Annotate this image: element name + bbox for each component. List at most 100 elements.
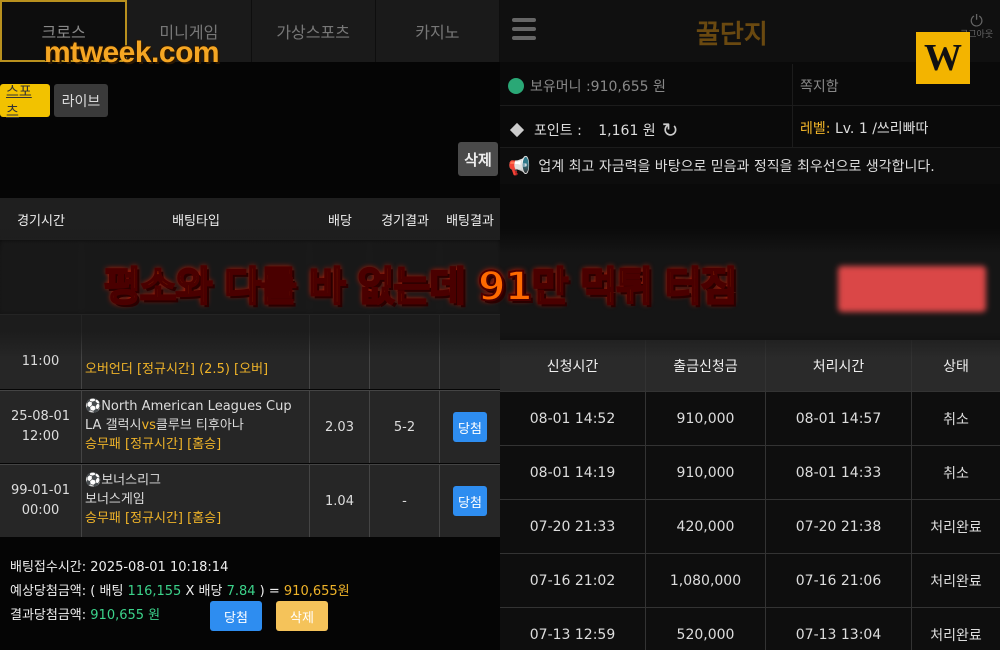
status: 취소	[943, 465, 969, 482]
league-name: 보너스리그	[101, 473, 161, 488]
row-time: 99-01-01 00:00	[0, 465, 82, 537]
result-amount: 910,655 원	[90, 608, 161, 623]
tab-virtual-sports[interactable]: 가상스포츠	[252, 0, 376, 62]
request-time: 07-20 21:33	[500, 500, 646, 553]
expected-label: 예상당첨금액:	[10, 584, 87, 599]
notice-bar: 📢 업계 최고 자금력을 바탕으로 믿음과 정직을 최우선으로 생각합니다.	[500, 148, 1000, 184]
withdraw-amount: 420,000	[646, 500, 766, 553]
market-text: 오버언더 [정규시간] (2.5) [오버]	[85, 362, 269, 377]
withdraw-amount: 520,000	[646, 608, 766, 650]
withdraw-amount: 1,080,000	[646, 554, 766, 607]
request-time: 08-01 14:52	[500, 392, 646, 445]
row-time: 25-08-01 12:00	[0, 391, 82, 463]
message-box-link[interactable]: 쪽지함	[800, 76, 839, 96]
expected-amount: 910,655원	[283, 584, 350, 599]
league-line: ⚽보너스리그	[85, 471, 161, 490]
blurred-red-button	[838, 266, 986, 312]
status: 취소	[943, 411, 969, 428]
request-time: 07-13 12:59	[500, 608, 646, 650]
table-row: 07-16 21:02 1,080,000 07-16 21:06 처리완료	[500, 554, 1000, 608]
row-odds: 2.03	[310, 391, 370, 463]
row-clock: 12:00	[21, 429, 60, 444]
status: 처리완료	[930, 627, 982, 644]
row-clock: 00:00	[21, 503, 60, 518]
total-odds: 7.84	[226, 584, 256, 599]
home-team: LA 갤럭시	[85, 418, 142, 433]
table-row: 08-01 14:19 910,000 08-01 14:33 취소	[500, 446, 1000, 500]
points-row: 포인트 : 1,161 원 ↻ 레벨: Lv. 1 /쓰리빠따	[500, 106, 1000, 148]
win-button[interactable]: 당첨	[210, 601, 262, 631]
points-value: 1,161 원	[598, 123, 656, 139]
table-row: 08-01 14:52 910,000 08-01 14:57 취소	[500, 392, 1000, 446]
col-game-time: 경기시간	[17, 213, 65, 229]
menu-icon[interactable]	[512, 18, 536, 40]
away-team: 클루브 티후아나	[155, 418, 244, 433]
process-time: 07-16 21:06	[766, 554, 912, 607]
points-label: 포인트 :	[534, 123, 582, 139]
process-time: 08-01 14:33	[766, 446, 912, 499]
refresh-icon[interactable]: ↻	[662, 118, 679, 142]
teams-line: 보너스게임	[85, 492, 145, 507]
subtab-live[interactable]: 라이브	[54, 84, 108, 117]
win-badge[interactable]: 당첨	[453, 412, 487, 442]
headline-text: 평소와 다를 바 없는데 91만 먹튀 터짐	[103, 263, 738, 311]
stake-amount: 116,155	[127, 584, 182, 599]
holding-money-row: 보유머니 :910,655 원 쪽지함	[500, 64, 1000, 106]
expected-open: ( 배팅	[90, 584, 124, 599]
market-text: 승무패 [정규시간] [홈승]	[85, 511, 222, 526]
table-row: 07-13 12:59 520,000 07-13 13:04 처리완료	[500, 608, 1000, 650]
col-game-result: 경기결과	[381, 213, 429, 229]
col-bet-result: 배팅결과	[446, 213, 494, 229]
receipt-line: 배팅접수시간: 2025-08-01 10:18:14	[10, 556, 350, 580]
status: 처리완료	[930, 519, 982, 536]
tab-casino[interactable]: 카지노	[376, 0, 500, 62]
row-bet-result: 당첨	[440, 465, 500, 537]
receipt-label: 배팅접수시간:	[10, 560, 87, 575]
notice-text: 업계 최고 자금력을 바탕으로 믿음과 정직을 최우선으로 생각합니다.	[538, 159, 935, 175]
times-label: X 배당	[185, 584, 223, 599]
level: 레벨: Lv. 1 /쓰리빠따	[800, 118, 928, 138]
withdraw-amount: 910,000	[646, 392, 766, 445]
win-badge[interactable]: 당첨	[453, 486, 487, 516]
level-value: Lv. 1 /쓰리빠따	[834, 121, 929, 137]
vs-label: vs	[141, 418, 156, 433]
subtab-sports[interactable]: 스포츠	[0, 84, 50, 120]
col-bet-type: 배팅타입	[172, 213, 220, 229]
delete-bet-button[interactable]: 삭제	[276, 601, 328, 631]
market-text: 승무패 [정규시간] [홈승]	[85, 437, 222, 452]
withdraw-history-table: 신청시간 출금신청금 처리시간 상태 08-01 14:52 910,000 0…	[500, 340, 1000, 650]
status: 처리완료	[930, 573, 982, 590]
process-time: 07-20 21:38	[766, 500, 912, 553]
soccer-ball-icon	[508, 78, 524, 94]
holding-money-text: 보유머니 :910,655 원	[530, 79, 666, 95]
soccer-ball-icon: ⚽	[85, 473, 102, 488]
level-label: 레벨:	[800, 121, 831, 137]
col-odds: 배당	[328, 213, 352, 229]
process-time: 07-13 13:04	[766, 608, 912, 650]
request-time: 08-01 14:19	[500, 446, 646, 499]
megaphone-icon: 📢	[508, 155, 531, 177]
row-result: 5-2	[370, 391, 440, 463]
sub-tabs: 스포츠 라이브	[0, 84, 108, 120]
row-date: 25-08-01	[10, 409, 70, 424]
withdraw-amount: 910,000	[646, 446, 766, 499]
diamond-icon	[509, 122, 525, 138]
table-row: 07-20 21:33 420,000 07-20 21:38 처리완료	[500, 500, 1000, 554]
result-label: 결과당첨금액:	[10, 608, 87, 623]
process-time: 08-01 14:57	[766, 392, 912, 445]
site-logo: 꿀단지	[696, 20, 768, 50]
row-bet-type: ⚽North American Leagues Cup LA 갤럭시vs클루브 …	[82, 391, 310, 463]
soccer-ball-icon: ⚽	[85, 399, 102, 414]
league-line: ⚽North American Leagues Cup	[85, 397, 292, 416]
row-odds: 1.04	[310, 465, 370, 537]
table-row: 99-01-01 00:00 ⚽보너스리그 보너스게임 승무패 [정규시간] […	[0, 464, 500, 537]
league-name: North American Leagues Cup	[101, 399, 292, 414]
row-date: 99-01-01	[10, 483, 70, 498]
teams-line: LA 갤럭시vs클루브 티후아나	[85, 416, 244, 435]
delete-button[interactable]: 삭제	[458, 142, 498, 176]
receipt-time: 2025-08-01 10:18:14	[90, 560, 229, 575]
points: 포인트 : 1,161 원 ↻	[508, 118, 678, 142]
request-time: 07-16 21:02	[500, 554, 646, 607]
site-watermark: mtweek.com	[44, 36, 220, 69]
holding-money: 보유머니 :910,655 원	[508, 76, 666, 96]
